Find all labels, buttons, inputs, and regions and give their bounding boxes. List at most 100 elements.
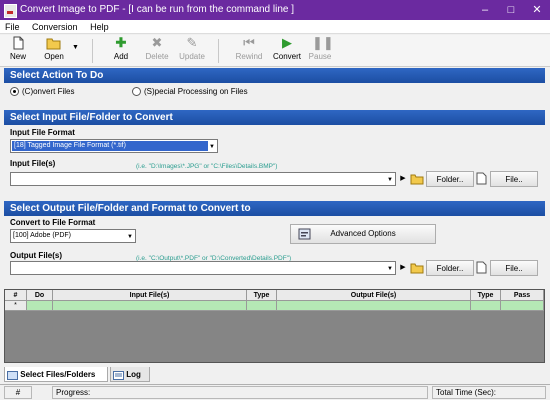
- chevron-down-icon[interactable]: ▼: [72, 44, 79, 51]
- input-files-field[interactable]: ▼: [10, 172, 396, 186]
- toolbar-separator: [92, 39, 93, 63]
- update-label: Update: [179, 52, 205, 61]
- delete-label: Delete: [145, 52, 169, 61]
- grid-cell[interactable]: [471, 301, 501, 311]
- column-header-input-type[interactable]: Type: [247, 290, 277, 301]
- open-label: Open: [44, 52, 64, 61]
- rewind-button[interactable]: ⏮ Rewind: [232, 36, 266, 66]
- advanced-options-label: Advanced Options: [330, 229, 396, 238]
- input-format-select[interactable]: [18] Tagged Image File Format (*.tif) ▼: [10, 139, 218, 153]
- add-button[interactable]: ✚ Add: [108, 36, 134, 66]
- chevron-down-icon[interactable]: ▼: [207, 140, 217, 152]
- new-row-marker: *: [5, 301, 27, 311]
- folder-icon: [410, 261, 424, 275]
- output-format-value: [100] Adobe (PDF): [13, 232, 71, 239]
- delete-button[interactable]: ✖ Delete: [142, 36, 172, 66]
- files-grid[interactable]: # Do Input File(s) Type Output File(s) T…: [4, 289, 545, 363]
- tab-select-files-label: Select Files/Folders: [20, 370, 96, 379]
- output-files-label: Output File(s): [10, 251, 62, 260]
- input-files-hint: (i.e. "D:\Images\*.JPG" or "C:\Files\Det…: [136, 163, 278, 170]
- settings-icon: [297, 228, 311, 240]
- input-section-header: Select Input File/Folder to Convert: [4, 110, 545, 125]
- delete-icon: ✖: [151, 35, 163, 50]
- grid-cell[interactable]: [53, 301, 247, 311]
- close-button[interactable]: ✕: [524, 0, 550, 20]
- play-arrow-icon[interactable]: ▶: [398, 172, 408, 186]
- toolbar: New Open ▼ ✚ Add ✖ Delete ✎ Update ⏮ Rew…: [0, 35, 550, 67]
- output-section-header: Select Output File/Folder and Format to …: [4, 201, 545, 216]
- output-folder-button[interactable]: Folder..: [426, 260, 474, 276]
- grid-cell[interactable]: [27, 301, 53, 311]
- grid-cell[interactable]: [277, 301, 471, 311]
- status-bar: # Progress: Total Time (Sec):: [0, 384, 550, 400]
- grid-cell[interactable]: [501, 301, 544, 311]
- plus-icon: ✚: [115, 35, 127, 50]
- column-header-number[interactable]: #: [5, 290, 27, 301]
- output-format-label: Convert to File Format: [10, 218, 96, 227]
- column-header-pass[interactable]: Pass: [501, 290, 544, 301]
- menu-bar: File Conversion Help: [0, 20, 550, 34]
- radio-indicator: [10, 87, 19, 97]
- play-arrow-icon[interactable]: ▶: [398, 261, 408, 275]
- app-icon: [4, 4, 17, 18]
- output-file-button[interactable]: File..: [490, 260, 538, 276]
- folder-icon: [410, 172, 424, 186]
- file-icon: [476, 172, 488, 186]
- column-header-input-files[interactable]: Input File(s): [53, 290, 247, 301]
- column-header-output-type[interactable]: Type: [471, 290, 501, 301]
- status-total-time: Total Time (Sec):: [432, 386, 546, 399]
- radio-special-processing[interactable]: (S)pecial Processing on Files: [132, 87, 248, 97]
- new-file-icon: [10, 36, 26, 50]
- file-icon: [476, 261, 488, 275]
- new-button[interactable]: New: [4, 36, 32, 66]
- status-number: #: [4, 386, 32, 399]
- radio-convert-label: (C)onvert Files: [22, 87, 75, 96]
- pause-label: Pause: [308, 52, 332, 61]
- update-button[interactable]: ✎ Update: [176, 36, 208, 66]
- folder-open-icon: [46, 36, 62, 50]
- menu-conversion[interactable]: Conversion: [27, 20, 83, 34]
- add-label: Add: [113, 52, 129, 61]
- window-title: Convert Image to PDF - [I can be run fro…: [20, 4, 295, 15]
- radio-convert-files[interactable]: (C)onvert Files: [10, 87, 75, 97]
- input-folder-button[interactable]: Folder..: [426, 171, 474, 187]
- input-format-value: [18] Tagged Image File Format (*.tif): [12, 141, 208, 151]
- menu-file[interactable]: File: [0, 20, 25, 34]
- open-button[interactable]: Open: [36, 36, 72, 66]
- convert-button[interactable]: ▶ Convert: [270, 36, 304, 66]
- input-files-label: Input File(s): [10, 159, 56, 168]
- log-icon: [113, 370, 124, 381]
- chevron-down-icon[interactable]: ▼: [385, 262, 395, 274]
- select-action-header: Select Action To Do: [4, 68, 545, 83]
- column-header-output-files[interactable]: Output File(s): [277, 290, 471, 301]
- grid-cell[interactable]: [247, 301, 277, 311]
- toolbar-separator: [218, 39, 219, 63]
- maximize-button[interactable]: □: [498, 0, 524, 20]
- convert-label: Convert: [272, 52, 301, 61]
- status-progress: Progress:: [52, 386, 428, 399]
- advanced-options-button[interactable]: Advanced Options: [290, 224, 436, 244]
- output-format-select[interactable]: [100] Adobe (PDF) ▼: [10, 229, 136, 243]
- output-files-field[interactable]: ▼: [10, 261, 396, 275]
- pause-icon: ❚❚: [312, 35, 334, 50]
- input-file-button[interactable]: File..: [490, 171, 538, 187]
- title-bar: Convert Image to PDF - [I can be run fro…: [0, 0, 550, 20]
- tab-select-files[interactable]: Select Files/Folders: [4, 367, 108, 382]
- radio-indicator: [132, 87, 141, 97]
- column-header-do[interactable]: Do: [27, 290, 53, 301]
- pause-button[interactable]: ❚❚ Pause: [306, 36, 334, 66]
- play-icon: ▶: [282, 35, 292, 50]
- update-icon: ✎: [186, 35, 198, 50]
- files-tab-icon: [7, 370, 18, 381]
- minimize-button[interactable]: –: [472, 0, 498, 20]
- input-format-label: Input File Format: [10, 128, 75, 137]
- tab-log[interactable]: Log: [110, 367, 150, 382]
- chevron-down-icon[interactable]: ▼: [125, 230, 135, 242]
- tab-log-label: Log: [126, 370, 141, 379]
- rewind-icon: ⏮: [243, 35, 255, 50]
- radio-special-label: (S)pecial Processing on Files: [144, 87, 248, 96]
- rewind-label: Rewind: [235, 52, 263, 61]
- menu-help[interactable]: Help: [85, 20, 114, 34]
- chevron-down-icon[interactable]: ▼: [385, 173, 395, 185]
- new-label: New: [9, 52, 26, 61]
